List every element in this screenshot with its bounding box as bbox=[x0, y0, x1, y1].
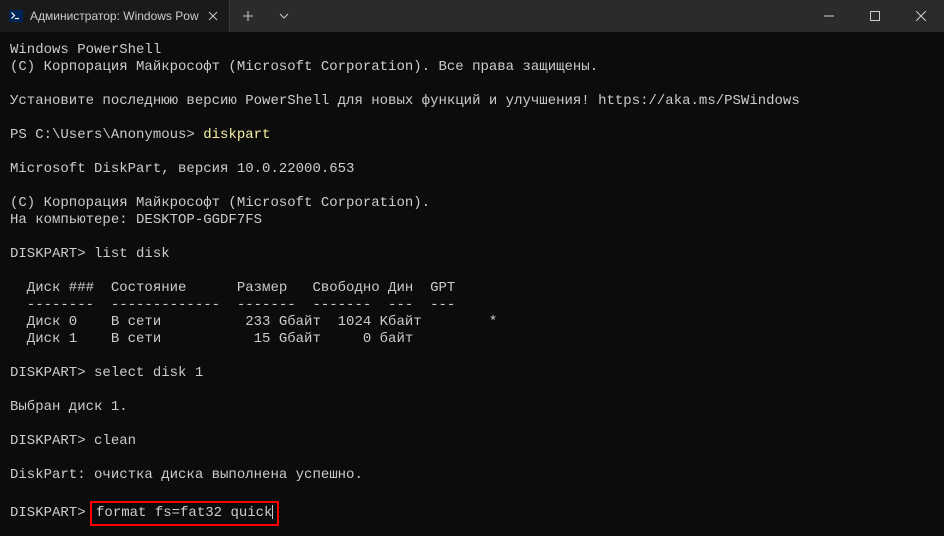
terminal-line: Выбран диск 1. bbox=[10, 399, 128, 415]
tab-dropdown-button[interactable] bbox=[266, 0, 302, 32]
maximize-button[interactable] bbox=[852, 0, 898, 32]
close-button[interactable] bbox=[898, 0, 944, 32]
powershell-icon bbox=[8, 8, 24, 24]
command: list disk bbox=[94, 246, 170, 262]
cursor bbox=[272, 505, 273, 519]
command: diskpart bbox=[203, 127, 270, 143]
prompt: PS C:\Users\Anonymous> bbox=[10, 127, 203, 143]
tab-actions bbox=[230, 0, 302, 32]
command: select disk 1 bbox=[94, 365, 203, 381]
minimize-button[interactable] bbox=[806, 0, 852, 32]
highlighted-command: format fs=fat32 quick bbox=[90, 501, 279, 526]
command: format fs=fat32 quick bbox=[96, 505, 272, 521]
prompt: DISKPART> bbox=[10, 433, 94, 449]
titlebar-spacer[interactable] bbox=[302, 0, 806, 32]
command: clean bbox=[94, 433, 136, 449]
tab-close-icon[interactable] bbox=[205, 8, 221, 24]
prompt: DISKPART> bbox=[10, 505, 94, 521]
table-row: Диск 0 В сети 233 Gбайт 1024 Kбайт * bbox=[10, 314, 497, 330]
table-divider: -------- ------------- ------- ------- -… bbox=[10, 297, 455, 313]
terminal-line: На компьютере: DESKTOP-GGDF7FS bbox=[10, 212, 262, 228]
terminal-line: Установите последнюю версию PowerShell д… bbox=[10, 93, 800, 109]
table-header: Диск ### Состояние Размер Свободно Дин G… bbox=[10, 280, 455, 296]
new-tab-button[interactable] bbox=[230, 0, 266, 32]
terminal-line: (C) Корпорация Майкрософт (Microsoft Cor… bbox=[10, 195, 430, 211]
table-row: Диск 1 В сети 15 Gбайт 0 байт bbox=[10, 331, 413, 347]
window-controls bbox=[806, 0, 944, 32]
tab-title: Администратор: Windows Pow bbox=[30, 9, 199, 23]
terminal-output[interactable]: Windows PowerShell (C) Корпорация Майкро… bbox=[0, 32, 944, 536]
prompt: DISKPART> bbox=[10, 365, 94, 381]
terminal-line: (C) Корпорация Майкрософт (Microsoft Cor… bbox=[10, 59, 598, 75]
terminal-line: Microsoft DiskPart, версия 10.0.22000.65… bbox=[10, 161, 354, 177]
terminal-line: DiskPart: очистка диска выполнена успешн… bbox=[10, 467, 363, 483]
tab-powershell[interactable]: Администратор: Windows Pow bbox=[0, 0, 230, 32]
terminal-line: Windows PowerShell bbox=[10, 42, 161, 58]
titlebar: Администратор: Windows Pow bbox=[0, 0, 944, 32]
prompt: DISKPART> bbox=[10, 246, 94, 262]
